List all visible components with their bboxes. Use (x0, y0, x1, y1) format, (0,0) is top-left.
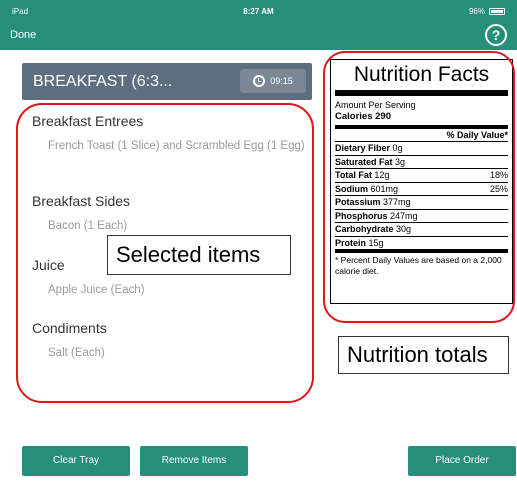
clock-icon (253, 75, 266, 87)
help-icon[interactable]: ? (485, 24, 507, 46)
meal-header[interactable]: BREAKFAST (6:3... 09:15 (22, 63, 312, 100)
nutrition-highlight (323, 51, 515, 323)
meal-time: 09:15 (270, 76, 293, 86)
status-bar: iPad 8:27 AM 96% (0, 0, 517, 22)
meal-time-badge[interactable]: 09:15 (240, 69, 306, 93)
nav-bar: Done ? (0, 22, 517, 50)
remove-items-button[interactable]: Remove Items (140, 446, 248, 476)
status-time: 8:27 AM (243, 6, 274, 16)
clear-tray-button[interactable]: Clear Tray (22, 446, 130, 476)
done-button[interactable]: Done (10, 29, 36, 41)
selected-items-callout: Selected items (107, 235, 291, 275)
battery-icon (489, 7, 505, 15)
place-order-button[interactable]: Place Order (408, 446, 516, 476)
meal-title: BREAKFAST (6:3... (33, 73, 173, 90)
nutrition-totals-callout: Nutrition totals (338, 336, 509, 374)
